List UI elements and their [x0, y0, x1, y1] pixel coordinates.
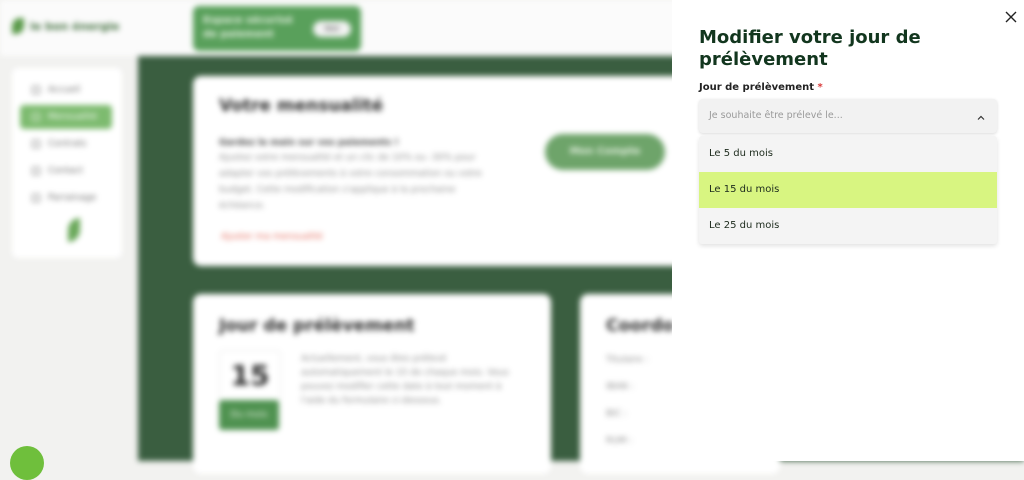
- sidebar-item-mensualite: Mensualité: [20, 105, 112, 129]
- monthly-card-text: Ajustez votre mensualité et un clic de 1…: [219, 153, 482, 211]
- select-options-list: Le 5 du mois Le 15 du mois Le 25 du mois: [699, 136, 997, 244]
- debit-day-select[interactable]: Je souhaite être prélevé le...: [699, 99, 997, 133]
- sidebar-item-label: Accueil: [48, 85, 81, 95]
- monthly-card-title: Votre mensualité: [219, 96, 384, 116]
- debit-card-text: Actuellement, vous êtes prélevé automati…: [301, 354, 509, 406]
- payment-banner: Espace sécurisé de paiement Voir: [193, 6, 361, 51]
- close-icon[interactable]: [1005, 8, 1017, 23]
- sidebar-item-parrainage: Parrainage: [20, 186, 112, 210]
- gift-icon: [32, 194, 40, 202]
- banner-button: Voir: [313, 21, 351, 37]
- sidebar: Accueil Mensualité Contrats Contact Parr…: [12, 68, 122, 258]
- current-day: 15: [219, 350, 281, 402]
- sidebar-item-contrats: Contrats: [20, 132, 112, 156]
- drawer-title: Modifier votre jour de prélèvement: [699, 27, 921, 70]
- option-day-25[interactable]: Le 25 du mois: [699, 208, 997, 244]
- coords-line: RUM :: [606, 436, 633, 446]
- phone-icon: [32, 167, 40, 175]
- logo-text: le bon énergie: [30, 19, 120, 33]
- required-mark: *: [817, 82, 823, 93]
- sidebar-item-contact: Contact: [20, 159, 112, 183]
- sidebar-item-accueil: Accueil: [20, 78, 112, 102]
- adjust-link: Ajuster ma mensualité: [221, 232, 323, 242]
- field-label-text: Jour de prélèvement: [699, 82, 815, 93]
- field-label: Jour de prélèvement *: [699, 82, 823, 93]
- debit-day-drawer: Modifier votre jour de prélèvement Jour …: [672, 0, 1024, 461]
- option-day-5[interactable]: Le 5 du mois: [699, 136, 997, 172]
- sidebar-item-label: Contact: [48, 166, 84, 176]
- home-icon: [32, 86, 40, 94]
- sidebar-item-label: Mensualité: [48, 112, 97, 122]
- sprout-icon: [68, 218, 80, 242]
- coords-line: IBAN :: [606, 382, 634, 392]
- monthly-card: Votre mensualité Gardez la main sur vos …: [193, 76, 713, 266]
- monthly-card-question: Gardez la main sur vos paiements !: [219, 138, 399, 148]
- debit-card-title: Jour de prélèvement: [219, 316, 415, 336]
- banner-text: Espace sécurisé de paiement: [203, 15, 293, 40]
- brand-logo: le bon énergie: [12, 18, 119, 34]
- coords-card-title: Coordo: [606, 316, 675, 336]
- select-placeholder: Je souhaite être prélevé le...: [709, 110, 843, 121]
- coords-line: BIC :: [606, 409, 628, 419]
- account-button: Mon Compte: [545, 134, 665, 170]
- chat-launcher-icon[interactable]: [10, 446, 44, 480]
- document-icon: [32, 140, 40, 148]
- leaf-icon: [12, 18, 24, 34]
- debit-day-card: Jour de prélèvement 15 Du mois Actuellem…: [193, 294, 551, 474]
- wallet-icon: [32, 113, 40, 121]
- option-day-15[interactable]: Le 15 du mois: [699, 172, 997, 208]
- chevron-up-icon: [975, 109, 987, 121]
- day-unit-button: Du mois: [219, 400, 279, 430]
- sidebar-item-label: Contrats: [48, 139, 87, 149]
- sidebar-item-label: Parrainage: [48, 193, 97, 203]
- coords-line: Titulaire :: [606, 355, 649, 365]
